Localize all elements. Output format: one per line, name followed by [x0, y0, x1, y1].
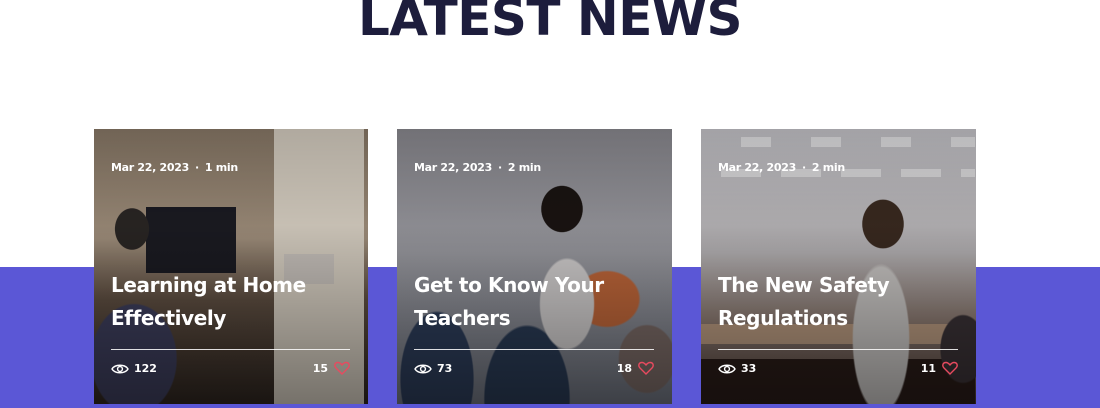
meta-separator: · [497, 161, 502, 174]
eye-icon [718, 364, 736, 373]
section-title: LATEST NEWS [357, 0, 743, 47]
post-date: Mar 22, 2023 [111, 161, 189, 174]
view-count: 122 [111, 362, 157, 375]
likes-value: 18 [616, 361, 632, 375]
heart-icon [942, 361, 958, 375]
views-value: 122 [134, 362, 157, 375]
read-time: 2 min [507, 161, 541, 174]
post-title-link[interactable]: Learning at Home Effectively [111, 269, 351, 335]
views-value: 73 [437, 362, 453, 375]
card-divider [111, 349, 350, 350]
views-value: 33 [741, 362, 757, 375]
card-divider [414, 349, 654, 350]
like-button[interactable]: 18 [617, 361, 654, 375]
news-card[interactable]: Mar 22, 2023 · 1 min Learning at Home Effe… [94, 129, 368, 404]
heart-icon [638, 361, 654, 375]
post-meta: Mar 22, 2023 · 1 min [111, 161, 238, 174]
post-title-link[interactable]: The New Safety Regulations [718, 269, 958, 335]
view-count: 33 [718, 362, 756, 375]
meta-separator: · [194, 161, 199, 174]
likes-value: 11 [920, 361, 936, 375]
likes-value: 15 [312, 361, 328, 375]
post-date: Mar 22, 2023 [414, 161, 492, 174]
card-divider [718, 349, 958, 350]
news-card[interactable]: Mar 22, 2023 · 2 min Get to Know Your Teac… [397, 129, 672, 404]
like-button[interactable]: 15 [313, 361, 350, 375]
like-button[interactable]: 11 [921, 361, 958, 375]
view-count: 73 [414, 362, 452, 375]
post-title-link[interactable]: Get to Know Your Teachers [414, 269, 654, 335]
meta-separator: · [801, 161, 806, 174]
heart-icon [334, 361, 350, 375]
news-card[interactable]: Mar 22, 2023 · 2 min The New Safety Regula… [701, 129, 976, 404]
read-time: 1 min [204, 161, 238, 174]
post-date: Mar 22, 2023 [718, 161, 796, 174]
post-meta: Mar 22, 2023 · 2 min [718, 161, 845, 174]
eye-icon [414, 364, 432, 373]
read-time: 2 min [811, 161, 845, 174]
eye-icon [111, 364, 129, 373]
post-meta: Mar 22, 2023 · 2 min [414, 161, 541, 174]
